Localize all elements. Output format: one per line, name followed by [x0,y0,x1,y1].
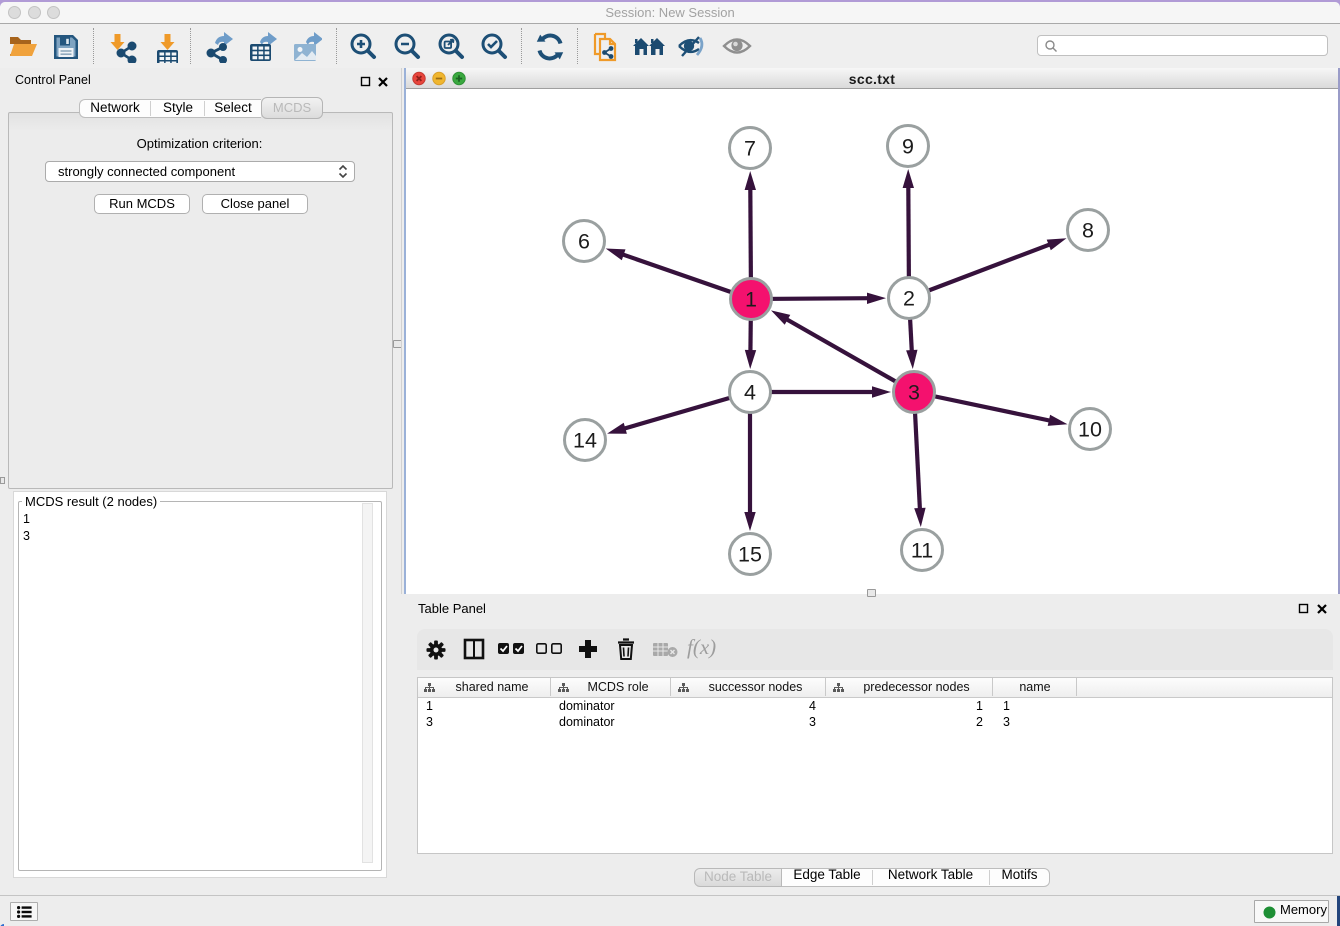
svg-text:9: 9 [902,135,914,159]
svg-text:4: 4 [744,381,756,405]
svg-text:6: 6 [578,230,590,254]
svg-text:10: 10 [1078,418,1102,442]
svg-text:7: 7 [744,137,756,161]
svg-text:15: 15 [738,543,762,567]
svg-text:1: 1 [745,288,757,312]
svg-text:11: 11 [911,539,933,563]
svg-text:8: 8 [1082,219,1094,243]
svg-text:2: 2 [903,287,915,311]
svg-text:3: 3 [908,381,920,405]
svg-text:14: 14 [573,429,597,453]
